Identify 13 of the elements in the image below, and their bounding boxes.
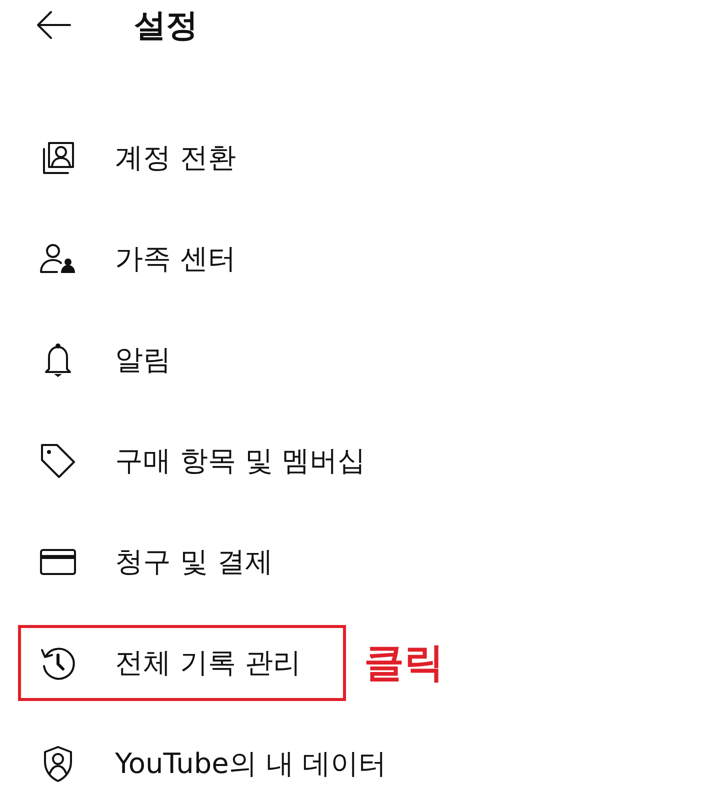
credit-card-icon: [39, 546, 77, 576]
settings-item[interactable]: YouTube의 내 데이터: [18, 726, 404, 790]
settings-item[interactable]: 알림: [18, 322, 346, 398]
annotation-label: 클릭: [364, 638, 444, 688]
page-title: 설정: [134, 5, 198, 46]
tag-icon: [39, 442, 77, 480]
settings-item[interactable]: 구매 항목 및 멤버십: [18, 422, 383, 498]
settings-item[interactable]: 전체 기록 관리: [18, 624, 346, 700]
account-switch-icon: [40, 140, 76, 176]
shield-person-icon: [41, 744, 75, 782]
settings-item[interactable]: 청구 및 결제: [18, 524, 346, 600]
settings-item[interactable]: 가족 센터: [18, 220, 346, 296]
settings-item[interactable]: 계정 전환: [18, 120, 346, 196]
